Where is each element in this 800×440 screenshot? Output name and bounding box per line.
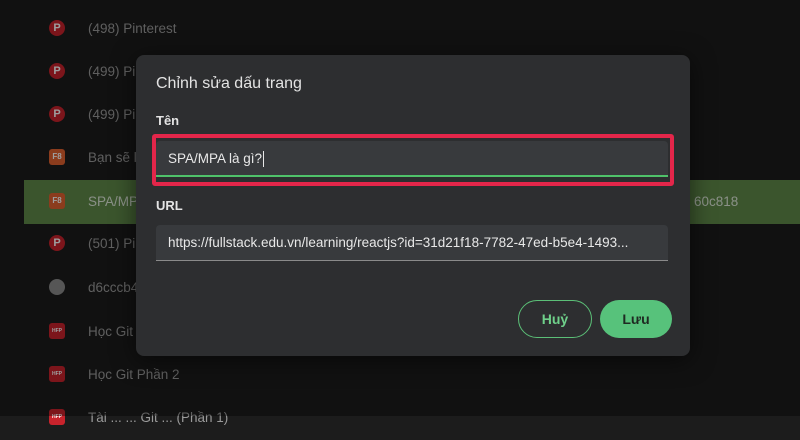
cancel-button[interactable]: Huỷ bbox=[518, 300, 592, 338]
url-value: https://fullstack.edu.vn/learning/reactj… bbox=[168, 235, 629, 250]
save-button[interactable]: Lưu bbox=[600, 300, 672, 338]
url-label: URL bbox=[156, 198, 183, 213]
url-field[interactable]: https://fullstack.edu.vn/learning/reactj… bbox=[156, 225, 668, 261]
edit-bookmark-dialog: Chỉnh sửa dấu trang Tên SPA/MPA là gì? U… bbox=[136, 55, 690, 356]
name-label: Tên bbox=[156, 113, 180, 128]
highlight-box bbox=[152, 134, 674, 186]
dialog-title: Chỉnh sửa dấu trang bbox=[156, 75, 302, 92]
